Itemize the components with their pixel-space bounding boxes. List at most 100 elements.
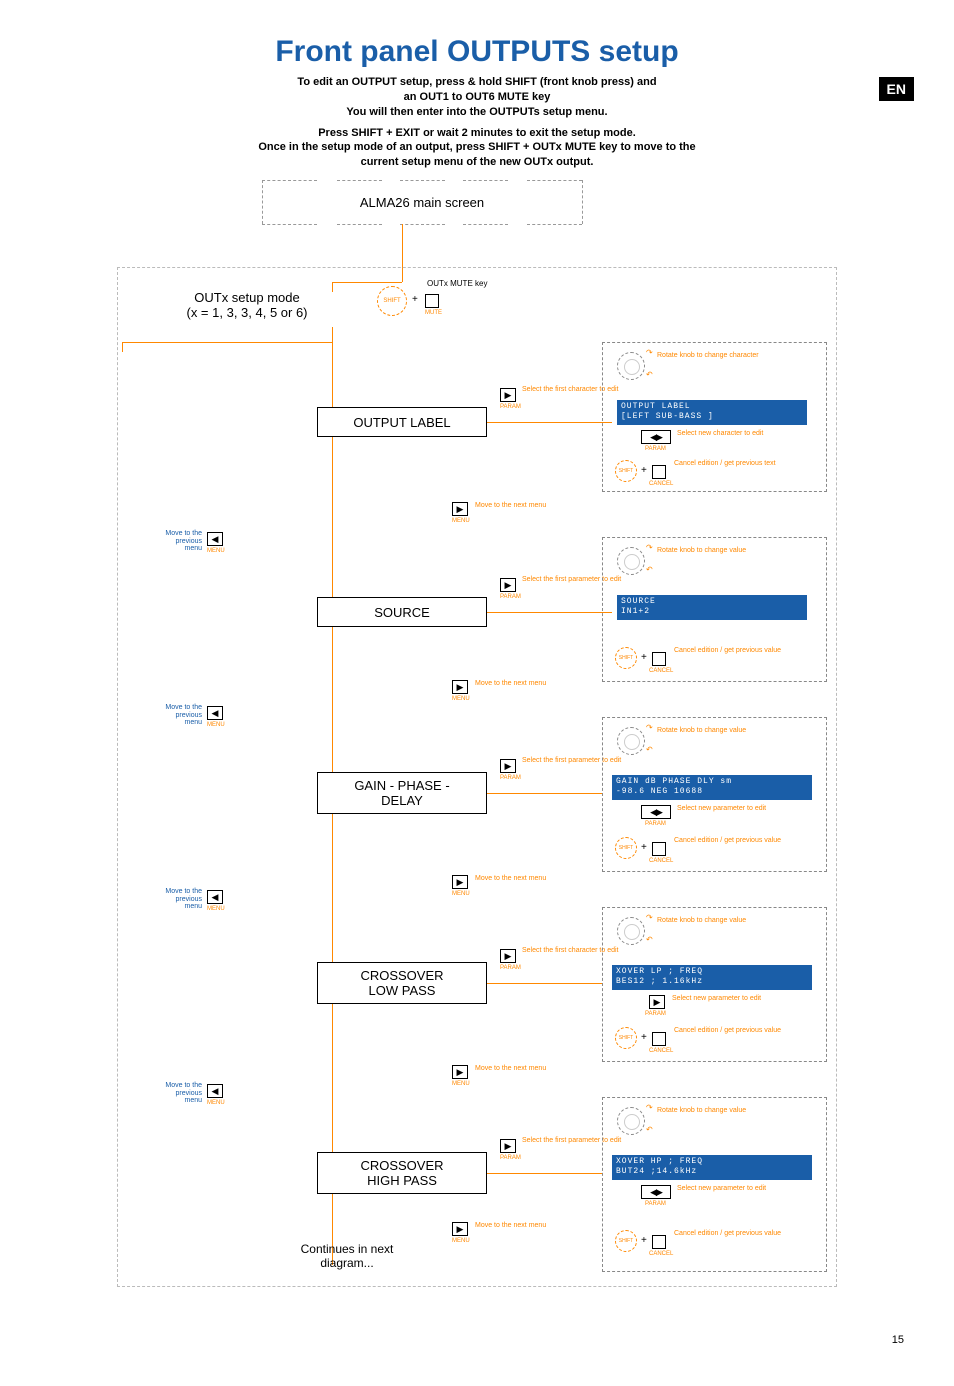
lcd-hp: XOVER HP ; FREQ BUT24 ;14.6kHz (612, 1155, 812, 1180)
param-label: PARAM (645, 821, 666, 827)
plus-icon: + (641, 465, 647, 476)
param-arrow-icon: ▶ (500, 949, 516, 963)
rotate-val: Rotate knob to change value (657, 727, 746, 735)
menu-arrow-icon: ▶ (452, 680, 468, 694)
gpd-line: GAIN - PHASE - (354, 778, 449, 793)
menu-xover-hp: CROSSOVER HIGH PASS (317, 1152, 487, 1194)
lcd-line: OUTPUT LABEL (621, 402, 803, 412)
shift-text: SHIFT (619, 845, 633, 851)
shift-icon: SHIFT (615, 837, 637, 859)
menu-back-icon: ◀ (207, 706, 223, 720)
move-next: Move to the next menu (475, 1065, 546, 1073)
menu-arrow-icon: ▶ (452, 1222, 468, 1236)
lcd-line: IN1+2 (621, 607, 803, 617)
cancel-val: Cancel edition / get previous value (674, 647, 781, 655)
param-arrow-icon: ▶ (500, 759, 516, 773)
param-label: PARAM (500, 404, 521, 410)
knob-icon (617, 917, 645, 945)
move-prev: Move to the previous menu (157, 704, 202, 727)
lcd-line: [LEFT SUB-BASS ] (621, 412, 803, 422)
intro-line: Once in the setup mode of an output, pre… (167, 140, 787, 155)
select-new-char: Select new character to edit (677, 430, 763, 438)
intro-line: Press SHIFT + EXIT or wait 2 minutes to … (167, 126, 787, 141)
cancel-text: Cancel edition / get previous text (674, 460, 776, 468)
rotate-val: Rotate knob to change value (657, 547, 746, 555)
move-next: Move to the next menu (475, 1222, 546, 1230)
menu-label: MENU (207, 722, 225, 728)
intro-line: To edit an OUTPUT setup, press & hold SH… (167, 75, 787, 90)
language-badge: EN (879, 77, 914, 101)
menu-label: MENU (452, 1238, 470, 1244)
intro-line: current setup menu of the new OUTx outpu… (167, 155, 787, 170)
menu-label: MENU (452, 518, 470, 524)
menu-label: MENU (207, 548, 225, 554)
intro-line: You will then enter into the OUTPUTs set… (167, 105, 787, 120)
select-new-param: Select new parameter to edit (677, 1185, 766, 1193)
param-label: PARAM (645, 446, 666, 452)
lcd-line: XOVER LP ; FREQ (616, 967, 808, 977)
select-new-param: Select new parameter to edit (677, 805, 766, 813)
lcd-line: XOVER HP ; FREQ (616, 1157, 808, 1167)
cancel-label: CANCEL (649, 1251, 673, 1257)
cancel-val: Cancel edition / get previous value (674, 837, 781, 845)
knob-icon (617, 547, 645, 575)
menu-arrow-icon: ▶ (452, 1065, 468, 1079)
menu-back-icon: ◀ (207, 890, 223, 904)
param-arrows-icon: ◀▶ (641, 805, 671, 819)
menu-arrow-icon: ▶ (452, 502, 468, 516)
param-arrow-icon: ▶ (500, 578, 516, 592)
rotate-char: Rotate knob to change character (657, 352, 759, 360)
plus-icon: + (641, 1032, 647, 1043)
lcd-output-label: OUTPUT LABEL [LEFT SUB-BASS ] (617, 400, 807, 425)
move-prev: Move to the previous menu (157, 1082, 202, 1105)
hp-line: HIGH PASS (367, 1173, 437, 1188)
move-next: Move to the next menu (475, 680, 546, 688)
param-label: PARAM (500, 775, 521, 781)
plus-icon: + (641, 652, 647, 663)
page-title: Front panel OUTPUTS setup (0, 35, 954, 69)
param-arrows-icon: ◀▶ (641, 430, 671, 444)
intro-line: an OUT1 to OUT6 MUTE key (167, 90, 787, 105)
lcd-gpd: GAIN dB PHASE DLY sm -98.6 NEG 10688 (612, 775, 812, 800)
menu-label: MENU (452, 891, 470, 897)
param-arrow-icon: ▶ (500, 388, 516, 402)
cancel-key-icon (652, 842, 666, 856)
shift-icon: SHIFT (615, 1027, 637, 1049)
param-label: PARAM (500, 1155, 521, 1161)
plus-icon: + (641, 842, 647, 853)
rotate-val: Rotate knob to change value (657, 917, 746, 925)
plus-icon: + (641, 1235, 647, 1246)
knob-icon (617, 352, 645, 380)
cancel-key-icon (652, 1235, 666, 1249)
menu-label: MENU (452, 696, 470, 702)
shift-icon: SHIFT (615, 1230, 637, 1252)
shift-icon: SHIFT (615, 647, 637, 669)
continues-text: Continues in next diagram... (277, 1242, 417, 1270)
cancel-label: CANCEL (649, 1048, 673, 1054)
lcd-line: BES12 ; 1.16kHz (616, 977, 808, 987)
lcd-lp: XOVER LP ; FREQ BES12 ; 1.16kHz (612, 965, 812, 990)
param-label: PARAM (500, 594, 521, 600)
gpd-line: DELAY (381, 793, 423, 808)
menu-back-icon: ◀ (207, 532, 223, 546)
cancel-label: CANCEL (649, 858, 673, 864)
cancel-label: CANCEL (649, 481, 673, 487)
cancel-val: Cancel edition / get previous value (674, 1027, 781, 1035)
move-next: Move to the next menu (475, 502, 546, 510)
cancel-label: CANCEL (649, 668, 673, 674)
param-arrows-icon: ◀▶ (641, 1185, 671, 1199)
page-number: 15 (892, 1334, 904, 1346)
menu-back-icon: ◀ (207, 1084, 223, 1098)
move-prev: Move to the previous menu (157, 888, 202, 911)
cancel-val: Cancel edition / get previous value (674, 1230, 781, 1238)
menu-xover-lp: CROSSOVER LOW PASS (317, 962, 487, 1004)
menu-gain-phase-delay: GAIN - PHASE - DELAY (317, 772, 487, 814)
menu-label: MENU (207, 906, 225, 912)
shift-text: SHIFT (619, 1238, 633, 1244)
lp-line: LOW PASS (369, 983, 436, 998)
shift-icon: SHIFT (615, 460, 637, 482)
knob-icon (617, 1107, 645, 1135)
diagram-container: ALMA26 main screen OUTx setup mode (x = … (97, 182, 857, 1302)
lcd-source: SOURCE IN1+2 (617, 595, 807, 620)
main-screen-box: ALMA26 main screen (307, 182, 537, 222)
